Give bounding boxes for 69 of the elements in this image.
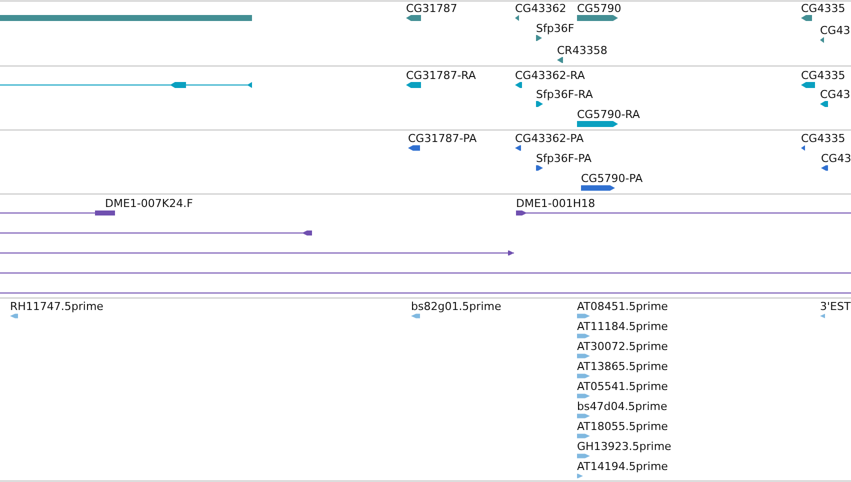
- feature-label: CG43: [821, 152, 851, 165]
- feature-label: CG5790-PA: [581, 172, 643, 185]
- est-glyph[interactable]: [577, 414, 590, 418]
- est-glyph[interactable]: [577, 334, 590, 338]
- est-glyph[interactable]: [411, 314, 420, 318]
- feature-label: CG4335: [801, 132, 846, 145]
- feature-label: CG4335: [801, 2, 846, 15]
- gene-glyph[interactable]: [557, 57, 563, 63]
- est-glyph[interactable]: [577, 394, 590, 398]
- feature-label: CG43: [820, 24, 850, 37]
- feature-label: CG31787-PA: [408, 132, 477, 145]
- feature-label: CG31787-RA: [406, 69, 476, 82]
- transcript-glyph[interactable]: [0, 82, 252, 88]
- protein-glyph[interactable]: [801, 145, 805, 151]
- feature-label: CG43362-RA: [515, 69, 585, 82]
- feature-label: DME1-007K24.F: [105, 197, 193, 210]
- feature-label: CG5790-RA: [577, 108, 640, 121]
- feature-label: AT30072.5prime: [577, 340, 668, 353]
- protein-glyph[interactable]: [515, 145, 521, 151]
- protein-glyph[interactable]: [408, 145, 420, 151]
- est-glyph[interactable]: [577, 454, 590, 458]
- feature-label: CR43358: [557, 44, 608, 57]
- transcript-glyph[interactable]: [801, 82, 815, 88]
- gene-glyph[interactable]: [515, 15, 519, 21]
- est-glyph[interactable]: [577, 474, 583, 478]
- protein-glyph[interactable]: [821, 165, 828, 171]
- gene-glyph[interactable]: [801, 15, 812, 21]
- alignment-glyph[interactable]: [516, 210, 851, 216]
- gene-glyph[interactable]: [406, 15, 421, 21]
- feature-label: RH11747.5prime: [10, 300, 104, 313]
- transcript-glyph[interactable]: [577, 121, 618, 127]
- feature-label: CG43362-PA: [515, 132, 584, 145]
- feature-label: AT14194.5prime: [577, 460, 668, 473]
- est-glyph[interactable]: [577, 434, 590, 438]
- feature-label: Sfp36F-RA: [536, 88, 593, 101]
- alignment-glyph[interactable]: [0, 210, 116, 216]
- feature-label: CG43362: [515, 2, 566, 15]
- gene-glyph[interactable]: [820, 37, 824, 43]
- feature-label: CG4335: [801, 69, 846, 82]
- alignment-glyph[interactable]: [0, 230, 312, 236]
- feature-label: AT13865.5prime: [577, 360, 668, 373]
- gene-glyph[interactable]: [536, 35, 542, 41]
- feature-label: AT11184.5prime: [577, 320, 668, 333]
- est-glyph[interactable]: [820, 314, 825, 318]
- feature-label: bs82g01.5prime: [411, 300, 502, 313]
- est-glyph[interactable]: [577, 374, 590, 378]
- est-glyph[interactable]: [10, 314, 18, 318]
- feature-label: bs47d04.5prime: [577, 400, 668, 413]
- feature-label: AT05541.5prime: [577, 380, 668, 393]
- gene-glyph[interactable]: [577, 15, 618, 21]
- feature-label: CG43: [820, 88, 850, 101]
- feature-label: AT18055.5prime: [577, 420, 668, 433]
- alignment-glyph[interactable]: [0, 250, 514, 256]
- feature-label: Sfp36F: [536, 22, 574, 35]
- est-glyph[interactable]: [577, 354, 590, 358]
- protein-glyph[interactable]: [581, 185, 615, 191]
- transcript-glyph[interactable]: [406, 82, 421, 88]
- feature-label: Sfp36F-PA: [536, 152, 592, 165]
- transcript-glyph[interactable]: [820, 101, 828, 107]
- transcript-glyph[interactable]: [536, 101, 543, 107]
- transcript-glyph[interactable]: [515, 82, 522, 88]
- feature-label: AT08451.5prime: [577, 300, 668, 313]
- feature-label: CG5790: [577, 2, 622, 15]
- feature-label: GH13923.5prime: [577, 440, 672, 453]
- est-glyph[interactable]: [577, 314, 590, 318]
- feature-label: CG31787: [406, 2, 458, 15]
- protein-glyph[interactable]: [536, 165, 543, 171]
- feature-label: 3'EST: [820, 300, 851, 313]
- feature-label: DME1-001H18: [516, 197, 596, 210]
